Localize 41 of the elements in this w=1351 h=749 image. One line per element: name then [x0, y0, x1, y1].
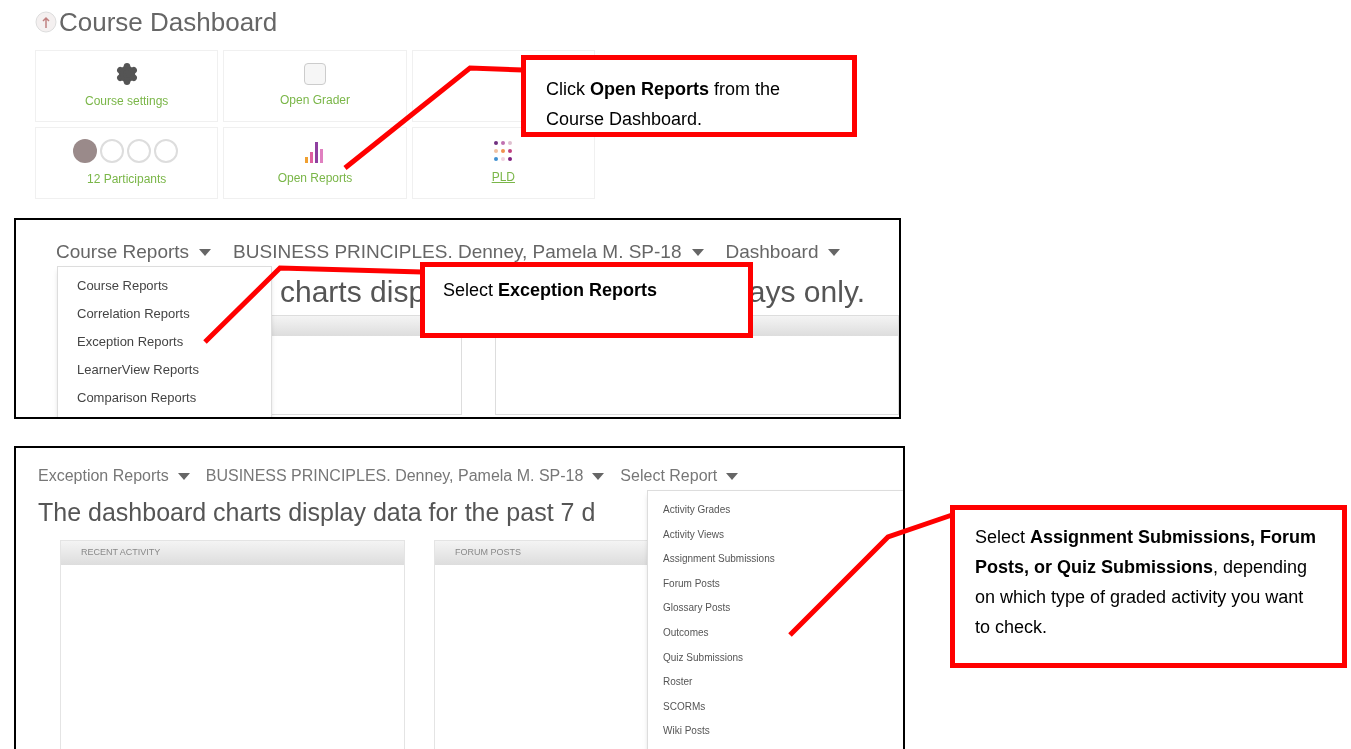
nav-dropdown[interactable]: BUSINESS PRINCIPLES. Denney, Pamela M. SP-18 [205, 464, 584, 488]
tile-label: PLD [491, 169, 515, 186]
settings-icon [114, 62, 139, 86]
menu-item[interactable]: Comparison Reports [77, 389, 271, 407]
callout-text: Select Assignment Submissions, Forum Posts, or Quiz Submissions, depending on which type of graded activity you want to check. [975, 526, 1318, 639]
panel-title: FORUM POSTS [455, 545, 521, 559]
menu-item[interactable]: Quiz Submissions [663, 650, 903, 676]
tile-label: Course settings [84, 93, 169, 110]
dot-grid-icon [493, 140, 514, 162]
menu-item[interactable]: Activity Views [663, 527, 903, 553]
caret-icon [691, 248, 704, 256]
menu-item[interactable]: Assignment Submissions [663, 552, 903, 577]
tile-label: 12 Participants [86, 171, 167, 188]
menu-item[interactable]: Glossary Posts [663, 601, 903, 626]
menu-item[interactable]: Course Reports [77, 277, 271, 295]
bar-chart-icon [304, 139, 326, 163]
menu-item[interactable]: Wiki Posts [663, 724, 903, 749]
menu-item[interactable]: Correlation Reports [77, 305, 271, 323]
menu-item[interactable]: Activity Grades [663, 503, 903, 528]
tile-label: Open Reports [277, 170, 353, 187]
menu-item[interactable]: SCORMs [663, 699, 903, 725]
menu-item[interactable]: LearnerView Reports [77, 361, 271, 379]
callout-text: Select Exception Reports [443, 279, 659, 302]
caret-icon [592, 472, 605, 480]
caret-icon [177, 472, 190, 480]
nav-dropdown[interactable]: Course Reports [56, 238, 190, 267]
menu-item[interactable]: Exception Reports [77, 333, 271, 351]
menu-item[interactable]: Roster [663, 675, 903, 700]
menu-item[interactable]: Forum Posts [663, 576, 903, 602]
caret-icon [828, 248, 841, 256]
caret-icon [199, 248, 212, 256]
menu-item[interactable]: Outcomes [663, 625, 903, 651]
page-title: Course Dashboard [59, 5, 278, 39]
tile-label: Open Grader [279, 92, 350, 109]
nav-dropdown[interactable]: Exception Reports [38, 464, 169, 488]
grader-icon [304, 63, 326, 85]
page-heading: The dashboard charts display data for the past 7 d [38, 497, 596, 528]
nav-dropdown[interactable]: Select Report [620, 464, 718, 488]
caret-icon [726, 472, 739, 480]
nav-dropdown[interactable]: Dashboard [725, 238, 819, 267]
panel-title: RECENT ACTIVITY [81, 545, 161, 559]
